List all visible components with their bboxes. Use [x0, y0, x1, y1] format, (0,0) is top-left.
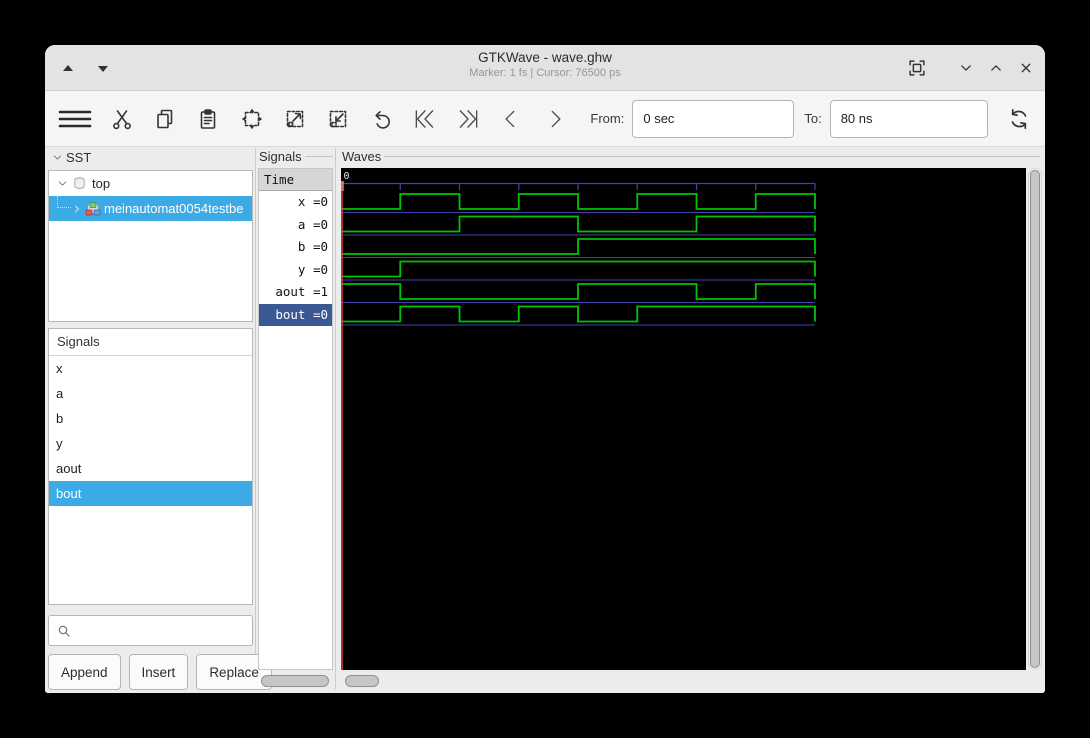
- zoom-out-button[interactable]: [321, 101, 356, 137]
- chevron-left-icon: [498, 106, 524, 132]
- module-icon: [72, 176, 87, 191]
- values-frame-label: Signals: [259, 148, 333, 164]
- chevron-right-icon: [542, 106, 568, 132]
- zoom-in-button[interactable]: [277, 101, 312, 137]
- zoom-out-icon: [326, 107, 350, 131]
- signal-list-item[interactable]: aout: [49, 456, 252, 481]
- previous-edge-button[interactable]: [494, 101, 529, 137]
- pane-divider-left[interactable]: [255, 148, 256, 689]
- signals-list-header: Signals: [49, 329, 252, 356]
- to-label: To:: [804, 111, 821, 126]
- sst-label: SST: [66, 150, 91, 165]
- signal-search-list: Signals xabyaoutbout: [48, 328, 253, 605]
- hamburger-icon: [58, 107, 92, 131]
- signal-value-row[interactable]: bout =0: [259, 304, 332, 327]
- frame-line: [384, 156, 1040, 157]
- to-input[interactable]: [830, 100, 988, 138]
- maximize-button[interactable]: [981, 54, 1011, 82]
- zoom-in-icon: [283, 107, 307, 131]
- copy-icon: [153, 107, 177, 131]
- signals-list-body: xabyaoutbout: [49, 356, 252, 506]
- paste-icon: [196, 107, 220, 131]
- tree-item-label: meinautomat0054testbe: [104, 201, 243, 216]
- scissors-icon: [110, 107, 134, 131]
- expander-right-icon[interactable]: [71, 203, 83, 215]
- sst-tree: top meinautomat0054testbe: [48, 170, 253, 322]
- reload-button[interactable]: [1002, 101, 1037, 137]
- wave-canvas[interactable]: 0: [341, 168, 1026, 670]
- tree-item-top[interactable]: top: [49, 171, 252, 196]
- undo-button[interactable]: [364, 101, 399, 137]
- screen: GTKWave - wave.ghw Marker: 1 fs | Cursor…: [0, 0, 1090, 738]
- signal-value-row[interactable]: x =0: [259, 191, 332, 214]
- zoom-fit-button[interactable]: [234, 101, 269, 137]
- waves-vscrollbar[interactable]: [1028, 168, 1042, 670]
- insert-button[interactable]: Insert: [129, 654, 189, 690]
- values-hscrollbar-thumb[interactable]: [261, 675, 329, 687]
- action-buttons: Append Insert Replace: [48, 654, 272, 690]
- signal-values-panel: Time x =0a =0b =0y =0aout =1bout =0: [258, 168, 333, 670]
- expander-down-icon: [51, 151, 64, 164]
- tree-guide-line: [57, 196, 71, 208]
- frame-line: [305, 156, 333, 157]
- undo-icon: [370, 107, 394, 131]
- hierarchy-icon: [85, 201, 101, 217]
- signal-value-row[interactable]: aout =1: [259, 281, 332, 304]
- chevron-up-icon: [986, 58, 1006, 78]
- tree-item-label: top: [92, 176, 110, 191]
- zoom-fit-icon: [240, 107, 264, 131]
- signal-list-item[interactable]: a: [49, 381, 252, 406]
- signal-value-row[interactable]: a =0: [259, 214, 332, 237]
- from-label: From:: [590, 111, 624, 126]
- paste-button[interactable]: [191, 101, 226, 137]
- close-icon: [1016, 58, 1036, 78]
- signal-list-item[interactable]: b: [49, 406, 252, 431]
- waveform-plot: 0: [341, 168, 1026, 670]
- waves-vscrollbar-thumb[interactable]: [1030, 170, 1040, 668]
- tree-item-meinautomat[interactable]: meinautomat0054testbe: [49, 196, 252, 221]
- go-to-end-button[interactable]: [451, 101, 486, 137]
- svg-text:0: 0: [344, 171, 350, 182]
- window-title: GTKWave - wave.ghw: [45, 50, 1045, 65]
- titlebar-text: GTKWave - wave.ghw Marker: 1 fs | Cursor…: [45, 50, 1045, 79]
- signal-list-item[interactable]: bout: [49, 481, 252, 506]
- expander-down-icon[interactable]: [56, 177, 69, 190]
- search-icon: [56, 623, 72, 639]
- next-edge-button[interactable]: [537, 101, 572, 137]
- cut-button[interactable]: [104, 101, 139, 137]
- fullscreen-icon: [906, 57, 928, 79]
- reload-icon: [1006, 106, 1032, 132]
- go-to-start-button[interactable]: [407, 101, 442, 137]
- search-input[interactable]: [72, 616, 252, 645]
- titlebar[interactable]: GTKWave - wave.ghw Marker: 1 fs | Cursor…: [45, 45, 1045, 91]
- waves-frame-label-text: Waves: [342, 149, 381, 164]
- from-input[interactable]: [632, 100, 794, 138]
- signal-value-row[interactable]: y =0: [259, 259, 332, 282]
- toolbar: From: To:: [45, 91, 1045, 147]
- sst-header[interactable]: SST: [51, 150, 91, 165]
- pane-divider-right[interactable]: [335, 148, 336, 689]
- values-frame-label-text: Signals: [259, 149, 302, 164]
- close-button[interactable]: [1011, 54, 1041, 82]
- gtkwave-window: GTKWave - wave.ghw Marker: 1 fs | Cursor…: [45, 45, 1045, 693]
- menu-button[interactable]: [53, 101, 96, 137]
- main-area: SST top: [45, 148, 1045, 693]
- signal-list-item[interactable]: x: [49, 356, 252, 381]
- marker-cursor-status: Marker: 1 fs | Cursor: 76500 ps: [45, 67, 1045, 79]
- minimize-button[interactable]: [951, 54, 981, 82]
- waves-frame-label: Waves: [342, 148, 1040, 164]
- time-header[interactable]: Time: [259, 169, 332, 191]
- signal-search-box[interactable]: [48, 615, 253, 646]
- copy-button[interactable]: [147, 101, 182, 137]
- signal-value-row[interactable]: b =0: [259, 236, 332, 259]
- chevron-down-icon: [956, 58, 976, 78]
- skip-to-start-icon: [412, 106, 438, 132]
- skip-to-end-icon: [455, 106, 481, 132]
- fullscreen-button[interactable]: [902, 54, 932, 82]
- signal-list-item[interactable]: y: [49, 431, 252, 456]
- waves-hscrollbar-thumb[interactable]: [345, 675, 379, 687]
- append-button[interactable]: Append: [48, 654, 121, 690]
